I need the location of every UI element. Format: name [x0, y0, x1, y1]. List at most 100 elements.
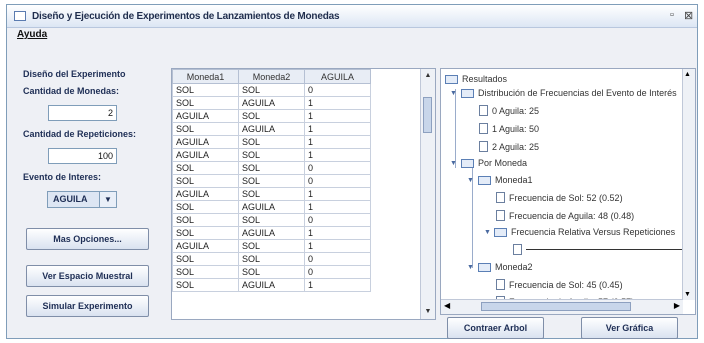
- table-cell[interactable]: AGUILA: [172, 187, 239, 201]
- simulate-button[interactable]: Simular Experimento: [26, 295, 149, 317]
- header-aguila[interactable]: AGUILA: [304, 69, 371, 84]
- table-cell[interactable]: SOL: [172, 213, 239, 227]
- table-cell[interactable]: 0: [304, 265, 371, 279]
- scroll-thumb[interactable]: [423, 97, 432, 133]
- table-cell[interactable]: 1: [304, 96, 371, 110]
- tree-node-por-moneda[interactable]: Por Moneda: [461, 158, 527, 168]
- expand-icon[interactable]: ▼: [467, 177, 474, 184]
- table-cell[interactable]: AGUILA: [238, 122, 305, 136]
- tree-leaf-chart[interactable]: [513, 244, 686, 255]
- table-row[interactable]: SOL SOL 0: [172, 174, 371, 188]
- table-cell[interactable]: SOL: [238, 161, 305, 175]
- table-row[interactable]: SOL AGUILA 1: [172, 226, 371, 240]
- table-row[interactable]: SOL SOL 0: [172, 213, 371, 227]
- table-cell[interactable]: SOL: [238, 187, 305, 201]
- table-cell[interactable]: 1: [304, 148, 371, 162]
- table-cell[interactable]: AGUILA: [238, 96, 305, 110]
- tree-node-relativa[interactable]: Frecuencia Relativa Versus Repeticiones: [494, 227, 675, 237]
- tree-node-dist[interactable]: Distribución de Frecuencias del Evento d…: [461, 88, 677, 98]
- maximize-icon[interactable]: ▫: [670, 9, 674, 21]
- scroll-down-icon[interactable]: ▼: [421, 305, 435, 319]
- table-cell[interactable]: SOL: [172, 226, 239, 240]
- table-cell[interactable]: SOL: [172, 278, 239, 292]
- table-cell[interactable]: SOL: [238, 174, 305, 188]
- table-cell[interactable]: AGUILA: [238, 200, 305, 214]
- table-cell[interactable]: SOL: [238, 135, 305, 149]
- table-row[interactable]: SOL AGUILA 1: [172, 200, 371, 214]
- expand-icon[interactable]: ▼: [450, 90, 457, 97]
- tree-node-moneda1[interactable]: Moneda1: [478, 175, 533, 185]
- tree-leaf[interactable]: Frecuencia de Sol: 45 (0.45): [496, 279, 623, 290]
- title-bar[interactable]: Diseño y Ejecución de Experimentos de La…: [7, 5, 697, 28]
- chevron-down-icon[interactable]: ▼: [99, 192, 116, 207]
- scroll-up-icon[interactable]: ▲: [421, 69, 435, 83]
- table-cell[interactable]: 0: [304, 252, 371, 266]
- table-cell[interactable]: 1: [304, 109, 371, 123]
- tree-leaf[interactable]: 1 Aguila: 50: [479, 123, 539, 134]
- table-cell[interactable]: SOL: [172, 174, 239, 188]
- close-icon[interactable]: ⊠: [684, 9, 693, 22]
- table-cell[interactable]: 1: [304, 226, 371, 240]
- table-row[interactable]: SOL AGUILA 1: [172, 278, 371, 292]
- table-row[interactable]: AGUILA SOL 1: [172, 148, 371, 162]
- tree-vscrollbar[interactable]: ▲ ▼: [682, 69, 695, 300]
- table-cell[interactable]: SOL: [238, 265, 305, 279]
- table-row[interactable]: SOL SOL 0: [172, 83, 371, 97]
- view-chart-button[interactable]: Ver Gráfica: [581, 317, 678, 339]
- tree-leaf[interactable]: Frecuencia de Aguila: 48 (0.48): [496, 210, 634, 221]
- table-cell[interactable]: SOL: [238, 109, 305, 123]
- table-cell[interactable]: 1: [304, 239, 371, 253]
- table-cell[interactable]: SOL: [238, 83, 305, 97]
- scroll-down-icon[interactable]: ▼: [684, 291, 691, 298]
- table-cell[interactable]: SOL: [238, 213, 305, 227]
- table-row[interactable]: AGUILA SOL 1: [172, 187, 371, 201]
- header-moneda1[interactable]: Moneda1: [172, 69, 239, 84]
- table-cell[interactable]: SOL: [238, 239, 305, 253]
- menu-ayuda[interactable]: Ayuda: [17, 29, 47, 40]
- expand-icon[interactable]: ▼: [450, 160, 457, 167]
- table-cell[interactable]: SOL: [172, 122, 239, 136]
- results-tree[interactable]: Resultados ▼ Distribución de Frecuencias…: [440, 68, 696, 315]
- table-cell[interactable]: AGUILA: [172, 109, 239, 123]
- table-cell[interactable]: AGUILA: [238, 226, 305, 240]
- table-scrollbar[interactable]: ▲ ▼: [420, 69, 435, 319]
- tree-node-root[interactable]: Resultados: [445, 74, 507, 84]
- more-options-button[interactable]: Mas Opciones...: [26, 228, 149, 250]
- table-cell[interactable]: AGUILA: [172, 135, 239, 149]
- table-cell[interactable]: AGUILA: [238, 278, 305, 292]
- table-cell[interactable]: 0: [304, 174, 371, 188]
- table-cell[interactable]: SOL: [238, 252, 305, 266]
- tree-node-moneda2[interactable]: Moneda2: [478, 262, 533, 272]
- expand-icon[interactable]: ▼: [484, 229, 491, 236]
- scroll-up-icon[interactable]: ▲: [684, 71, 691, 78]
- table-cell[interactable]: 0: [304, 83, 371, 97]
- coins-input[interactable]: 2: [48, 105, 117, 121]
- tree-leaf[interactable]: 2 Aguila: 25: [479, 141, 539, 152]
- table-cell[interactable]: 1: [304, 187, 371, 201]
- results-table[interactable]: Moneda1 Moneda2 AGUILA SOL SOL 0 SOL AGUILA 1…: [171, 68, 436, 320]
- table-cell[interactable]: 1: [304, 135, 371, 149]
- header-moneda2[interactable]: Moneda2: [238, 69, 305, 84]
- table-cell[interactable]: 1: [304, 122, 371, 136]
- table-cell[interactable]: AGUILA: [172, 148, 239, 162]
- table-cell[interactable]: SOL: [172, 83, 239, 97]
- scroll-right-icon[interactable]: ▶: [674, 301, 680, 310]
- table-cell[interactable]: SOL: [172, 96, 239, 110]
- tree-hscrollbar[interactable]: ◀ ▶: [441, 299, 683, 314]
- view-space-button[interactable]: Ver Espacio Muestral: [26, 265, 149, 287]
- table-row[interactable]: SOL SOL 0: [172, 252, 371, 266]
- tree-leaf[interactable]: 0 Aguila: 25: [479, 105, 539, 116]
- table-row[interactable]: SOL AGUILA 1: [172, 122, 371, 136]
- table-cell[interactable]: 1: [304, 200, 371, 214]
- expand-icon[interactable]: ▼: [467, 264, 474, 271]
- table-row[interactable]: AGUILA SOL 1: [172, 109, 371, 123]
- table-cell[interactable]: 1: [304, 278, 371, 292]
- tree-leaf[interactable]: Frecuencia de Sol: 52 (0.52): [496, 192, 623, 203]
- table-cell[interactable]: SOL: [172, 161, 239, 175]
- table-cell[interactable]: 0: [304, 213, 371, 227]
- hscroll-thumb[interactable]: [481, 302, 631, 311]
- table-cell[interactable]: SOL: [172, 252, 239, 266]
- table-cell[interactable]: 0: [304, 161, 371, 175]
- event-select[interactable]: AGUILA ▼: [47, 191, 117, 208]
- table-row[interactable]: SOL AGUILA 1: [172, 96, 371, 110]
